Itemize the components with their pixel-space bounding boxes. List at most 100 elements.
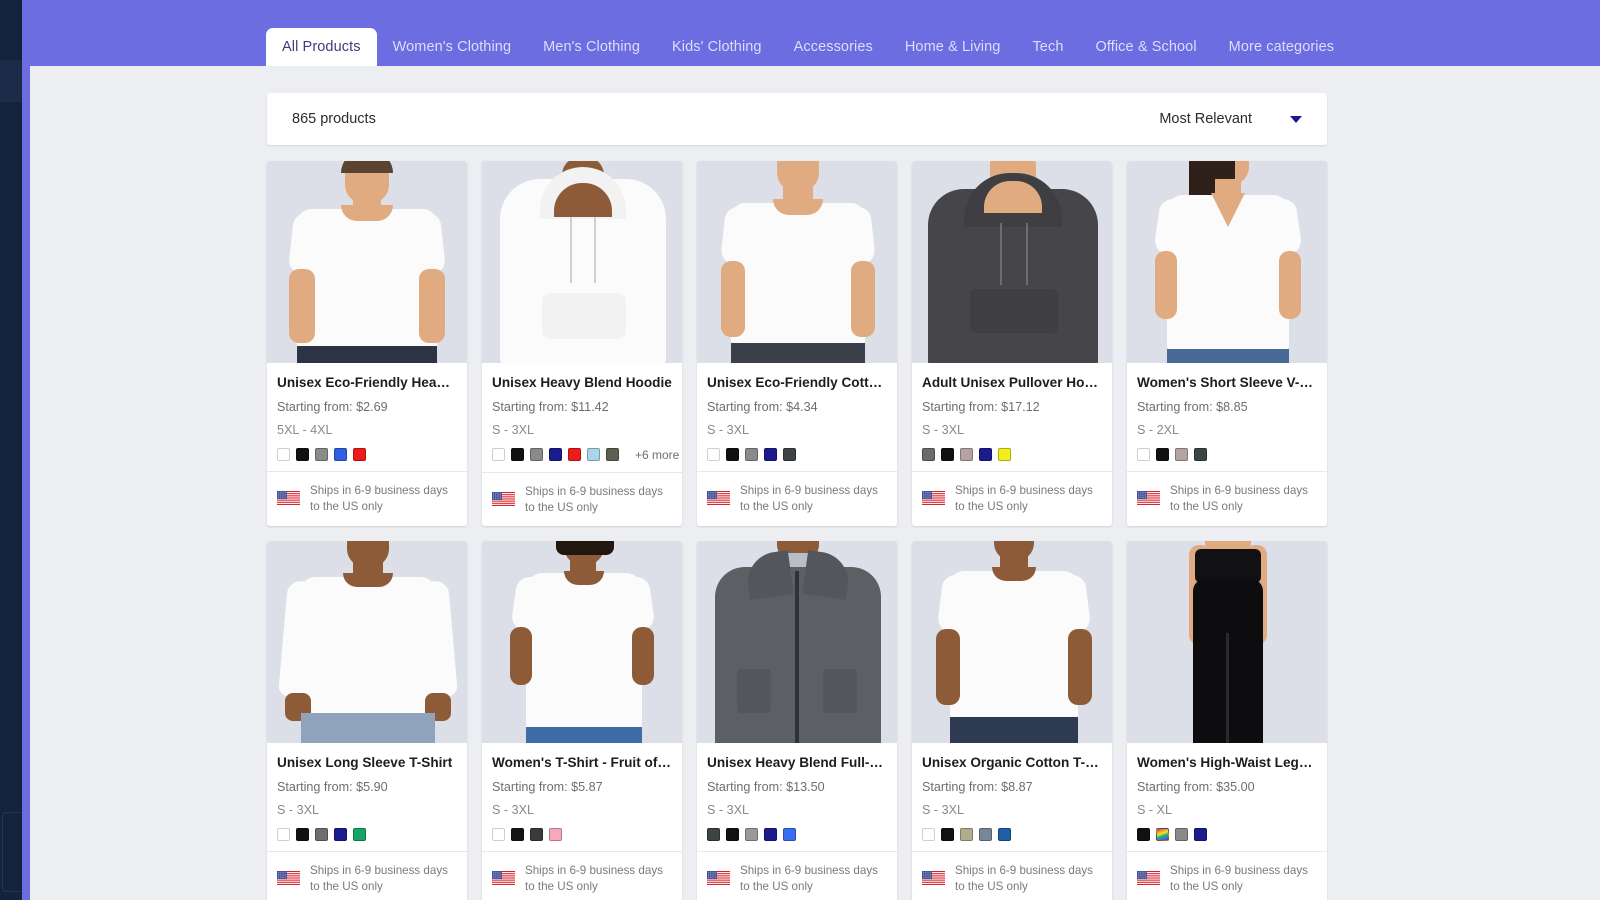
tab-kids-clothing[interactable]: Kids' Clothing [656, 28, 778, 66]
category-tabs: All Products Women's Clothing Men's Clothi… [266, 0, 1350, 66]
shipping-info: Ships in 6-9 business days to the US onl… [912, 851, 1112, 900]
color-swatch[interactable] [726, 828, 739, 842]
product-thumbnail[interactable] [697, 161, 897, 363]
color-swatch[interactable] [1137, 828, 1150, 842]
product-card[interactable]: Unisex Eco-Friendly Heavy ... Starting fr… [267, 161, 467, 527]
product-size-range: S - 2XL [1137, 422, 1179, 437]
product-card[interactable]: Unisex Long Sleeve T-Shirt Starting from:… [267, 541, 467, 900]
us-flag-icon [707, 491, 730, 506]
color-swatch[interactable] [979, 447, 992, 461]
product-thumbnail[interactable] [1127, 541, 1327, 744]
color-swatch[interactable] [783, 828, 796, 842]
color-swatch[interactable] [998, 447, 1011, 461]
color-swatch[interactable] [960, 447, 973, 461]
tab-all-products[interactable]: All Products [266, 28, 377, 66]
product-card[interactable]: Women's T-Shirt - Fruit of t... Starting … [482, 541, 682, 900]
color-swatch[interactable] [277, 828, 290, 842]
color-swatch[interactable] [492, 828, 505, 842]
color-swatch[interactable] [549, 828, 562, 842]
product-thumbnail[interactable] [482, 161, 682, 363]
color-swatch[interactable] [1194, 447, 1207, 461]
color-swatch[interactable] [922, 447, 935, 461]
product-thumbnail[interactable] [912, 541, 1112, 744]
color-swatch[interactable] [334, 447, 347, 461]
product-thumbnail[interactable] [482, 541, 682, 744]
color-swatch[interactable] [315, 828, 328, 842]
color-swatch[interactable] [315, 447, 328, 461]
product-card[interactable]: Unisex Eco-Friendly Cotton ... Starting f… [697, 161, 897, 527]
product-card[interactable]: Adult Unisex Pullover Hoodie Starting fro… [912, 161, 1112, 527]
color-swatch[interactable] [1194, 828, 1207, 842]
us-flag-icon [707, 871, 730, 886]
product-card[interactable]: Women's High-Waist Legging Starting from:… [1127, 541, 1327, 900]
us-flag-icon [922, 491, 945, 506]
shipping-text: Ships in 6-9 business days to the US onl… [310, 483, 448, 513]
left-accent-strip [22, 0, 30, 900]
color-swatch[interactable] [353, 447, 366, 461]
shipping-info: Ships in 6-9 business days to the US onl… [482, 851, 682, 900]
color-swatch[interactable] [707, 828, 720, 842]
product-image-white-longsleeve-male [267, 541, 467, 744]
tab-men-s-clothing[interactable]: Men's Clothing [527, 28, 656, 66]
product-thumbnail[interactable] [1127, 161, 1327, 363]
color-swatch[interactable] [941, 828, 954, 842]
shipping-text: Ships in 6-9 business days to the US onl… [310, 864, 448, 893]
color-swatch[interactable] [492, 448, 505, 462]
color-swatch[interactable] [745, 447, 758, 461]
color-swatch[interactable] [530, 448, 543, 462]
color-swatch[interactable] [745, 828, 758, 842]
sort-selected-value: Most Relevant [1159, 111, 1252, 127]
more-colors-label[interactable]: +6 more [635, 448, 679, 462]
product-card[interactable]: Unisex Heavy Blend Full-Zip... Starting f… [697, 541, 897, 900]
color-swatch[interactable] [998, 828, 1011, 842]
app-root: All Products Women's Clothing Men's Clothi… [0, 0, 1600, 900]
color-swatch[interactable] [922, 828, 935, 842]
color-swatch[interactable] [1156, 828, 1169, 842]
product-thumbnail[interactable] [697, 541, 897, 744]
color-swatch[interactable] [511, 828, 524, 842]
color-swatch[interactable] [979, 828, 992, 842]
color-swatch[interactable] [1175, 447, 1188, 461]
product-price: Starting from: $8.87 [922, 780, 1033, 795]
color-swatch[interactable] [1156, 447, 1169, 461]
color-swatch[interactable] [783, 447, 796, 461]
tab-tech[interactable]: Tech [1016, 28, 1079, 66]
color-swatch[interactable] [587, 448, 600, 462]
product-card[interactable]: Unisex Heavy Blend Hoodie Starting from: … [482, 161, 682, 527]
color-swatch[interactable] [334, 828, 347, 842]
color-swatch[interactable] [277, 447, 290, 461]
us-flag-icon [277, 871, 300, 886]
shipping-text: Ships in 6-9 business days to the US onl… [740, 864, 878, 893]
color-swatch[interactable] [707, 447, 720, 461]
color-swatch[interactable] [764, 828, 777, 842]
color-swatch[interactable] [511, 448, 524, 462]
tab-office-school[interactable]: Office & School [1079, 28, 1212, 66]
tab-accessories[interactable]: Accessories [778, 28, 889, 66]
product-image-white-hoodie-female [482, 161, 682, 363]
color-swatch[interactable] [530, 828, 543, 842]
product-thumbnail[interactable] [267, 541, 467, 744]
product-thumbnail[interactable] [912, 161, 1112, 363]
color-swatch[interactable] [549, 448, 562, 462]
color-swatch[interactable] [568, 448, 581, 462]
color-swatch[interactable] [941, 447, 954, 461]
color-swatch[interactable] [1137, 447, 1150, 461]
color-swatch[interactable] [726, 447, 739, 461]
color-swatch[interactable] [353, 828, 366, 842]
color-swatch[interactable] [960, 828, 973, 842]
product-card[interactable]: Unisex Organic Cotton T-Sh... Starting fr… [912, 541, 1112, 900]
product-info: Adult Unisex Pullover Hoodie Starting fro… [912, 363, 1112, 471]
color-swatch[interactable] [296, 828, 309, 842]
color-swatch[interactable] [606, 448, 619, 462]
sort-dropdown[interactable]: Most Relevant [1159, 111, 1302, 127]
color-swatch[interactable] [1175, 828, 1188, 842]
tab-more-categories[interactable]: More categories [1213, 28, 1350, 66]
color-swatch[interactable] [764, 447, 777, 461]
tab-home-living[interactable]: Home & Living [889, 28, 1017, 66]
product-size-range: S - 3XL [922, 422, 964, 437]
tab-women-s-clothing[interactable]: Women's Clothing [377, 28, 528, 66]
product-image-white-tshirt-male-2 [697, 161, 897, 363]
product-card[interactable]: Women's Short Sleeve V-Ne... Starting fro… [1127, 161, 1327, 527]
product-thumbnail[interactable] [267, 161, 467, 363]
color-swatch[interactable] [296, 447, 309, 461]
